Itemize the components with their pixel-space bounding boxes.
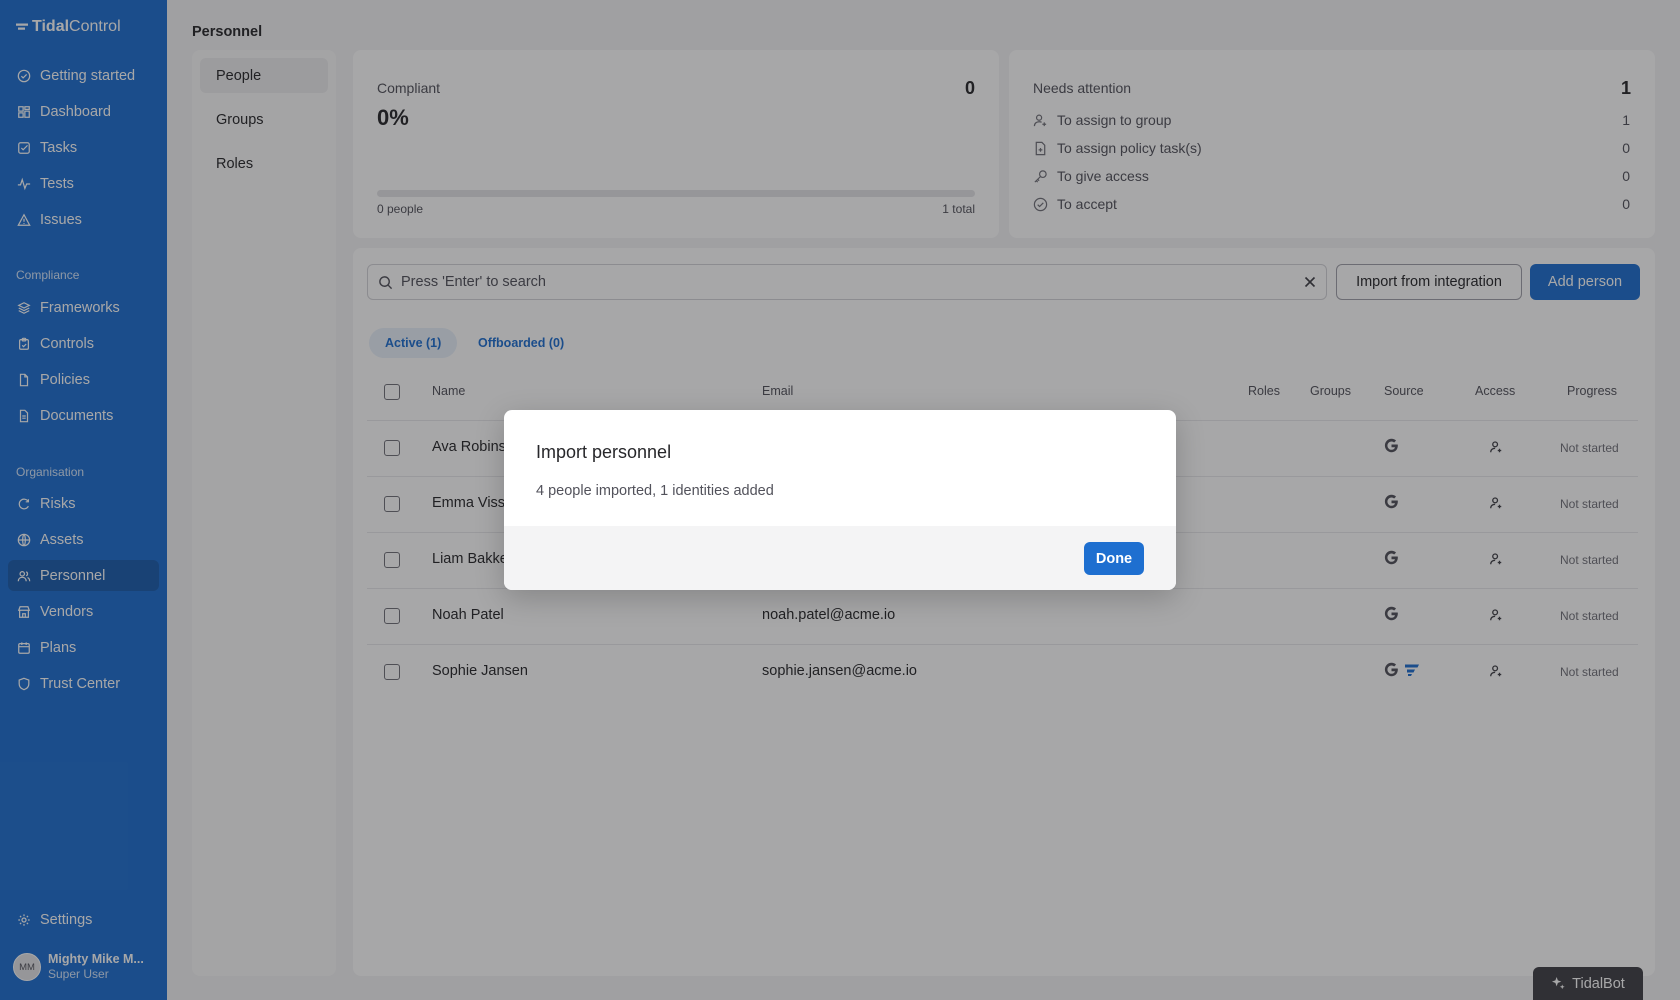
dialog-footer: Done <box>504 526 1176 590</box>
dialog-message: 4 people imported, 1 identities added <box>536 483 774 499</box>
dialog-title: Import personnel <box>536 442 672 462</box>
done-button[interactable]: Done <box>1084 542 1144 575</box>
import-personnel-dialog: Import personnel 4 people imported, 1 id… <box>504 410 1176 590</box>
